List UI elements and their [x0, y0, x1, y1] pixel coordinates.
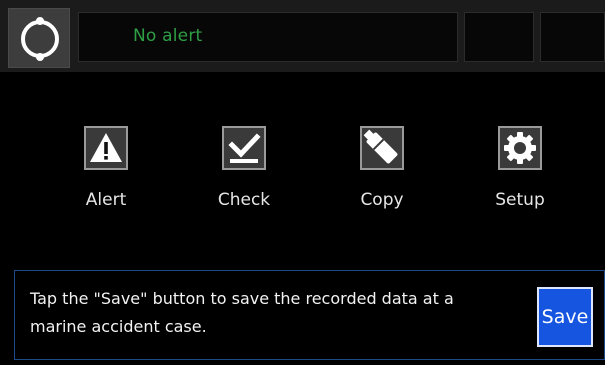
instruction-text: Tap the "Save" button to save the record…	[30, 289, 454, 336]
menu-item-copy[interactable]: Copy	[332, 126, 432, 218]
checkmark-icon	[228, 133, 261, 163]
status-slot-1[interactable]	[464, 12, 534, 62]
menu-item-setup[interactable]: Setup	[470, 126, 570, 218]
menu-label-check: Check	[217, 190, 271, 210]
status-slot-2[interactable]	[540, 12, 605, 62]
check-tile[interactable]	[222, 126, 266, 170]
gear-icon	[504, 132, 536, 164]
save-button[interactable]: Save	[537, 287, 593, 347]
status-button[interactable]	[8, 8, 70, 68]
copy-tile[interactable]	[360, 126, 404, 170]
menu-label-alert: Alert	[85, 190, 127, 210]
menu-label-setup: Setup	[495, 190, 545, 210]
setup-tile[interactable]	[498, 126, 542, 170]
menu-item-check[interactable]: Check	[194, 126, 294, 218]
alert-tile[interactable]	[84, 126, 128, 170]
message-panel: Tap the "Save" button to save the record…	[14, 270, 605, 360]
menu-label-copy: Copy	[360, 190, 404, 210]
usb-drive-icon	[363, 129, 398, 164]
warning-icon	[90, 133, 122, 162]
circle-status-icon	[21, 17, 59, 61]
screen: No alert Alert Check Copy Setup Tap the …	[0, 0, 605, 365]
top-status-bar: No alert	[0, 0, 605, 72]
alert-message-field[interactable]: No alert	[78, 12, 458, 62]
menu-item-alert[interactable]: Alert	[56, 126, 156, 218]
alert-status-text: No alert	[133, 26, 203, 46]
